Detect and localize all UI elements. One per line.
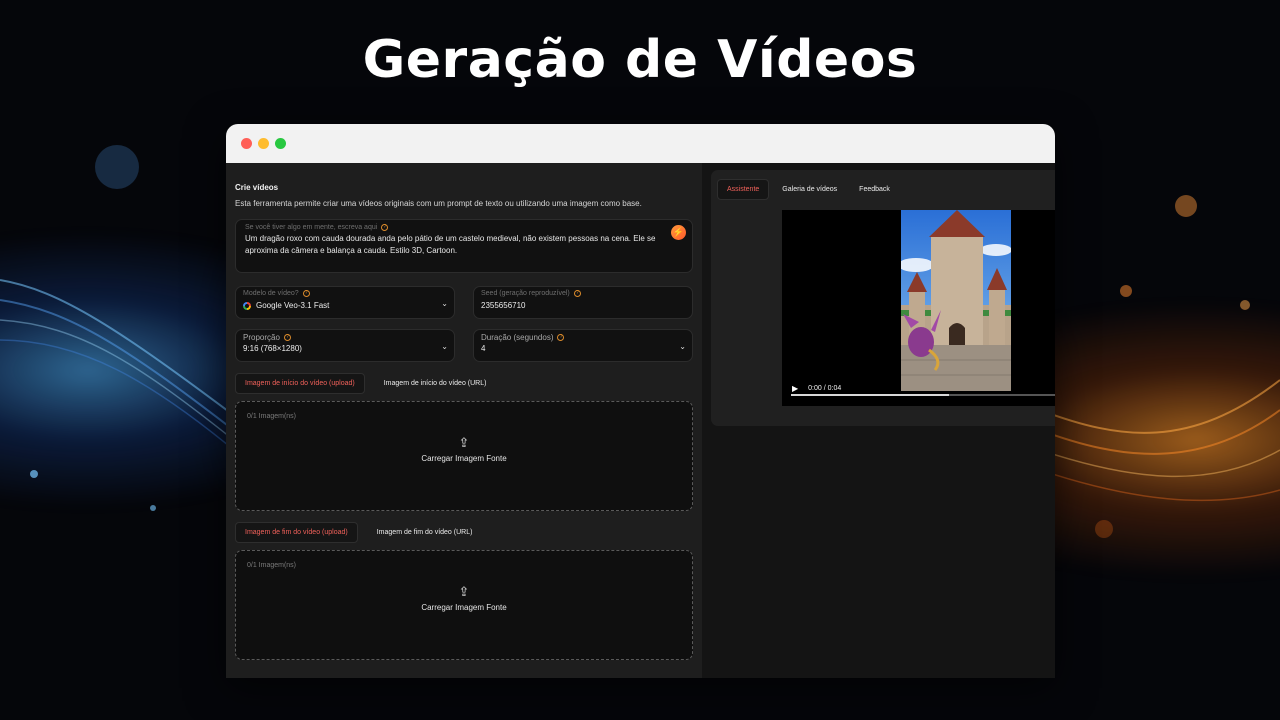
info-icon[interactable]: ? — [283, 334, 291, 341]
duration-select[interactable]: Duração (segundos) ? 4 ⌄ — [473, 329, 693, 362]
seed-value[interactable]: 2355656710 — [481, 301, 526, 310]
info-icon[interactable]: ? — [573, 290, 581, 297]
results-tabs: Assistente Galeria de vídeos Feedback — [711, 170, 1055, 200]
duration-label: Duração (segundos) — [481, 333, 554, 342]
chevron-down-icon[interactable]: ⌄ — [679, 342, 686, 351]
bokeh-dot — [1095, 520, 1113, 538]
ratio-select[interactable]: Proporção ? 9:16 (768×1280) ⌄ — [235, 329, 455, 362]
bokeh-dot — [1120, 285, 1132, 297]
model-value: Google Veo-3.1 Fast — [256, 301, 330, 310]
bokeh-dot — [1240, 300, 1250, 310]
model-label: Modelo de vídeo? — [243, 290, 299, 297]
info-icon[interactable]: ? — [302, 290, 310, 297]
section-description: Esta ferramenta permite criar uma vídeos… — [235, 199, 642, 208]
tab-assistant[interactable]: Assistente — [717, 179, 770, 200]
orange-light-waves — [1040, 379, 1280, 502]
browser-window: Crie vídeos Esta ferramenta permite cria… — [226, 124, 1055, 678]
bokeh-dot — [1175, 195, 1197, 217]
prompt-label: Se você tiver algo em mente, escreva aqu… — [245, 224, 378, 231]
seed-label: Seed (geração reproduzível) — [481, 290, 570, 297]
video-thumbnail — [901, 210, 1011, 391]
results-card: Assistente Galeria de vídeos Feedback ▶ … — [711, 170, 1055, 426]
bokeh-dot — [95, 145, 139, 189]
duration-value: 4 — [481, 344, 486, 353]
upload-icon: ⇪ — [458, 584, 470, 599]
enhance-prompt-button[interactable]: ⚡ — [671, 225, 686, 240]
model-select[interactable]: Modelo de vídeo? ? Google Veo-3.1 Fast ⌄ — [235, 286, 455, 319]
video-progress-bar[interactable] — [791, 394, 1055, 396]
start-image-dropzone[interactable]: 0/1 Imagem(ns) ⇪ Carregar Imagem Fonte — [235, 401, 693, 511]
window-titlebar — [226, 124, 1055, 163]
prompt-value[interactable]: Um dragão roxo com cauda dourada anda pe… — [245, 233, 665, 257]
upload-button[interactable]: ⇪ Carregar Imagem Fonte — [236, 584, 692, 613]
tab-video-gallery[interactable]: Galeria de vídeos — [773, 180, 846, 199]
blue-light-waves — [0, 279, 240, 456]
video-player[interactable]: ▶ 0:00 / 0:04 — [782, 210, 1055, 406]
upload-icon: ⇪ — [458, 435, 470, 450]
end-image-dropzone[interactable]: 0/1 Imagem(ns) ⇪ Carregar Imagem Fonte — [235, 550, 693, 660]
chevron-down-icon[interactable]: ⌄ — [441, 342, 448, 351]
tab-feedback[interactable]: Feedback — [850, 180, 899, 199]
play-icon[interactable]: ▶ — [792, 384, 798, 393]
close-window-icon[interactable] — [241, 138, 252, 149]
info-icon[interactable]: ? — [557, 334, 565, 341]
maximize-window-icon[interactable] — [275, 138, 286, 149]
page-headline: Geração de Vídeos — [362, 30, 918, 90]
bokeh-dot — [30, 470, 38, 478]
section-title: Crie vídeos — [235, 183, 279, 192]
results-panel: Assistente Galeria de vídeos Feedback ▶ … — [702, 163, 1055, 678]
upload-label: Carregar Imagem Fonte — [421, 603, 507, 612]
info-icon[interactable]: ? — [381, 224, 389, 231]
video-time: 0:00 / 0:04 — [808, 384, 842, 392]
create-video-panel: Crie vídeos Esta ferramenta permite cria… — [226, 163, 702, 678]
end-image-tabs: Imagem de fim do vídeo (upload) Imagem d… — [235, 522, 693, 543]
upload-button[interactable]: ⇪ Carregar Imagem Fonte — [236, 435, 692, 464]
sparkle-icon: ⚡ — [672, 227, 685, 237]
minimize-window-icon[interactable] — [258, 138, 269, 149]
start-image-tabs: Imagem de início do vídeo (upload) Image… — [235, 373, 693, 394]
seed-input[interactable]: Seed (geração reproduzível) ? 2355656710 — [473, 286, 693, 319]
tab-end-image-url[interactable]: Imagem de fim do vídeo (URL) — [367, 522, 483, 543]
google-icon — [243, 301, 251, 310]
ratio-value: 9:16 (768×1280) — [243, 344, 302, 353]
tab-end-image-upload[interactable]: Imagem de fim do vídeo (upload) — [235, 522, 358, 543]
image-count: 0/1 Imagem(ns) — [247, 562, 297, 569]
tab-start-image-url[interactable]: Imagem de início do vídeo (URL) — [374, 373, 497, 394]
bokeh-dot — [150, 505, 156, 511]
chevron-down-icon[interactable]: ⌄ — [441, 299, 448, 308]
ratio-label: Proporção — [243, 333, 280, 342]
prompt-textarea[interactable]: Se você tiver algo em mente, escreva aqu… — [235, 219, 693, 273]
image-count: 0/1 Imagem(ns) — [247, 413, 297, 420]
video-progress-fill — [791, 394, 950, 396]
upload-label: Carregar Imagem Fonte — [421, 454, 507, 463]
tab-start-image-upload[interactable]: Imagem de início do vídeo (upload) — [235, 373, 365, 394]
video-controls: ▶ 0:00 / 0:04 — [782, 370, 1055, 406]
